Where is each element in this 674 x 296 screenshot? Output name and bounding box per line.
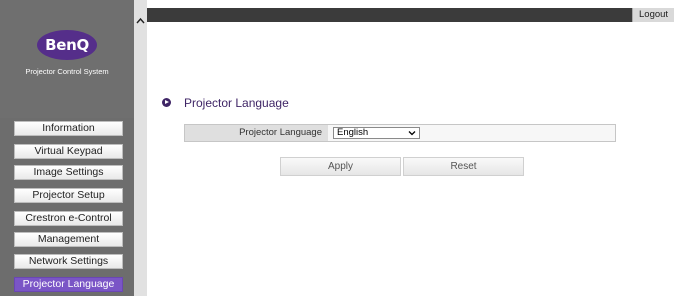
reset-button[interactable]: Reset xyxy=(403,157,524,176)
language-form-row: Projector Language English xyxy=(184,124,616,142)
sidebar-item-virtual-keypad[interactable]: Virtual Keypad xyxy=(14,144,123,159)
sidebar-item-image-settings[interactable]: Image Settings xyxy=(14,165,123,180)
scrollbar[interactable] xyxy=(134,0,147,296)
logo-area: BenQ Projector Control System xyxy=(0,0,134,118)
sidebar-item-network-settings[interactable]: Network Settings xyxy=(14,254,123,269)
chevron-down-icon xyxy=(408,131,416,136)
sidebar-item-information[interactable]: Information xyxy=(14,121,123,136)
language-select[interactable]: English xyxy=(333,127,420,139)
system-title: Projector Control System xyxy=(25,67,109,76)
page-title: Projector Language xyxy=(184,96,289,110)
chevron-up-icon[interactable] xyxy=(134,14,147,26)
apply-button[interactable]: Apply xyxy=(280,157,401,176)
brand-logo: BenQ xyxy=(37,30,97,60)
sidebar-item-crestron-e-control[interactable]: Crestron e-Control xyxy=(14,211,123,226)
logout-button[interactable]: Logout xyxy=(632,8,674,22)
sidebar-item-projector-language[interactable]: Projector Language xyxy=(14,277,123,292)
brand-logo-text: BenQ xyxy=(45,36,89,54)
sidebar-item-management[interactable]: Management xyxy=(14,232,123,247)
language-select-value: English xyxy=(337,127,369,138)
play-circle-icon xyxy=(162,98,171,107)
language-field-label: Projector Language xyxy=(185,125,328,141)
sidebar-item-projector-setup[interactable]: Projector Setup xyxy=(14,188,123,203)
top-bar xyxy=(147,8,674,22)
sidebar: BenQ Projector Control System Informatio… xyxy=(0,0,134,296)
